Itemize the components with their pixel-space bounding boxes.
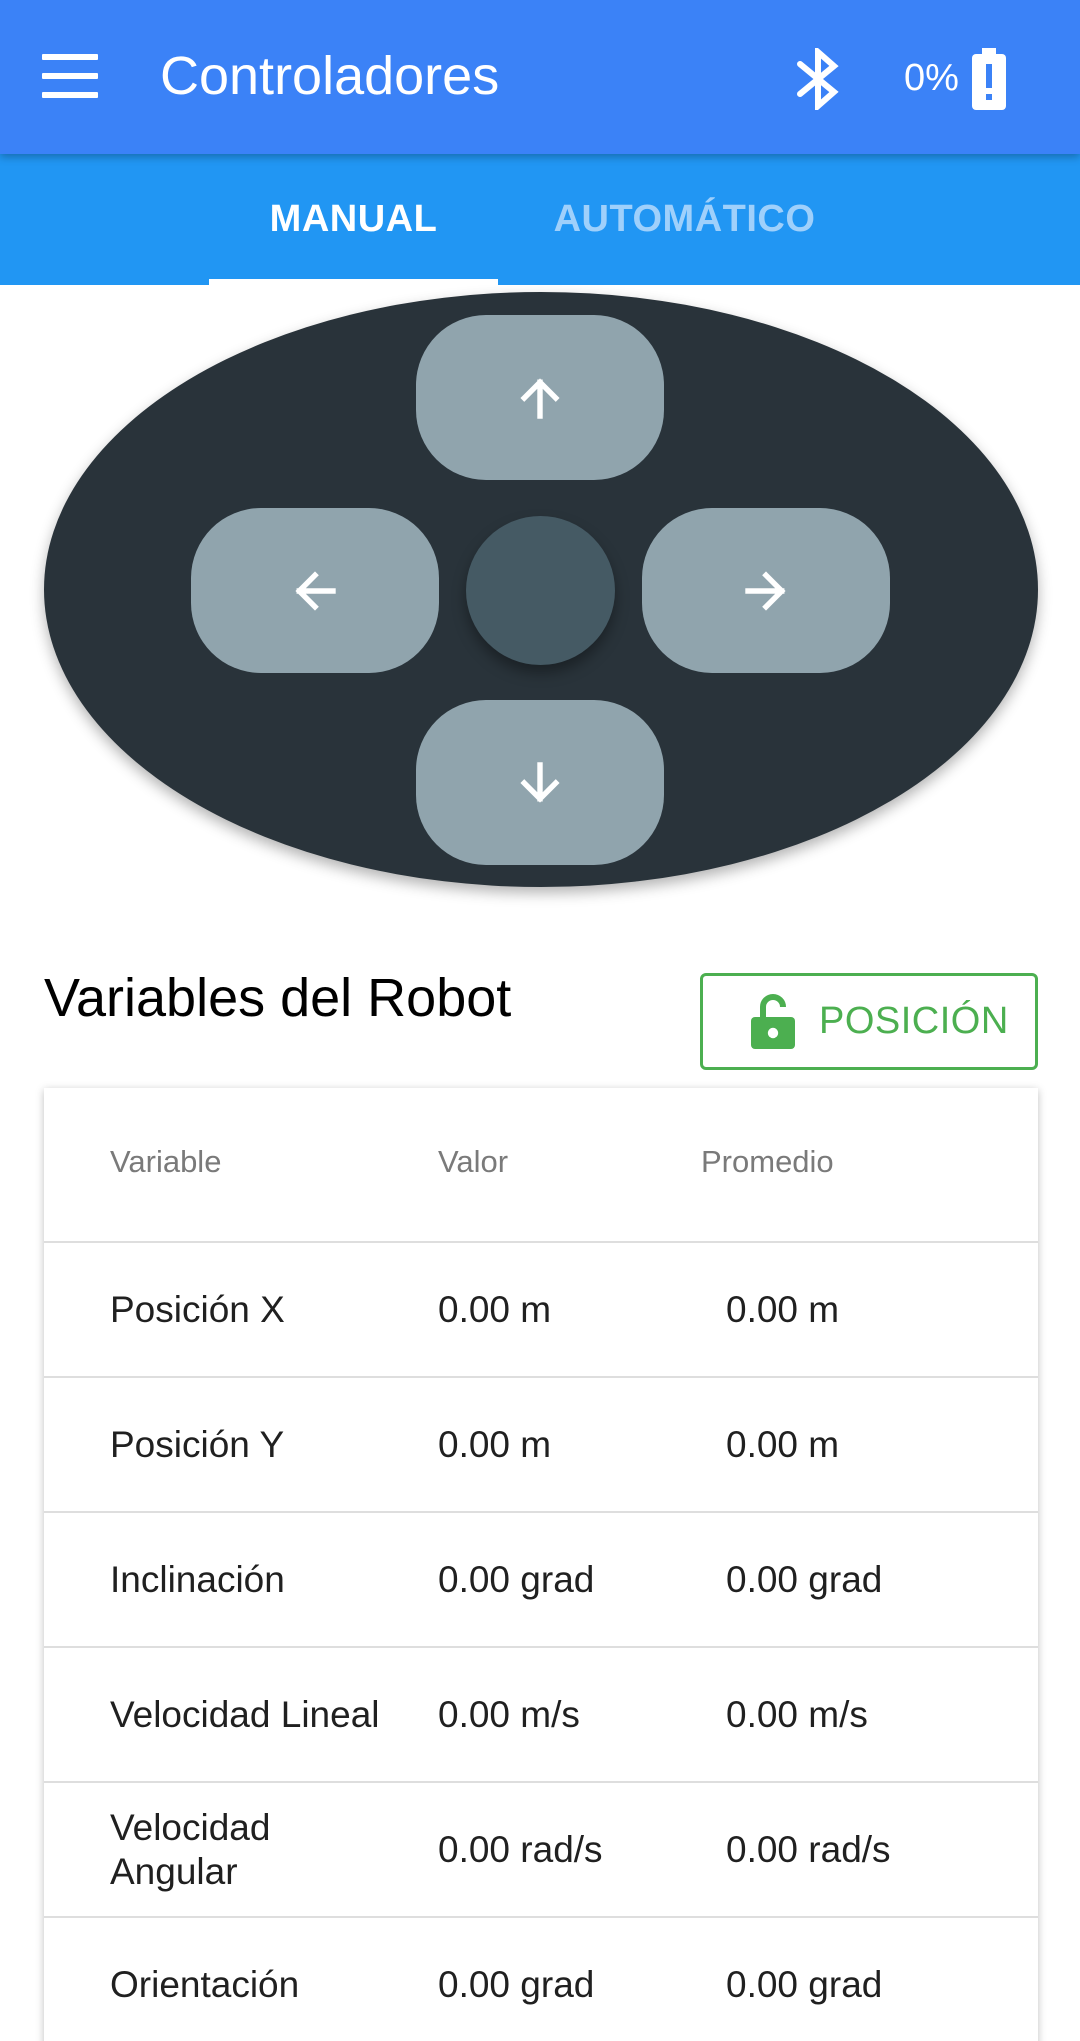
cell-promedio: 0.00 grad: [726, 1558, 883, 1600]
position-button-label: POSICIÓN: [819, 1000, 1009, 1042]
tab-automatico[interactable]: AUTOMÁTICO: [498, 154, 871, 285]
cell-variable: Posición Y: [110, 1423, 285, 1465]
arrow-right-icon: [745, 570, 786, 611]
lock-open-icon: [751, 993, 795, 1049]
cell-promedio: 0.00 m: [726, 1423, 840, 1465]
table-row: Posición Y 0.00 m 0.00 m: [44, 1378, 1038, 1513]
battery-percentage: 0%: [904, 57, 959, 99]
arrow-up-icon: [520, 377, 560, 419]
variables-table: Variable Valor Promedio Posición X 0.00 …: [44, 1088, 1038, 2041]
app-root: Controladores 0% MANUAL AUTOMÁTICO Varia…: [0, 0, 1080, 2041]
cell-promedio: 0.00 m: [726, 1288, 840, 1330]
cell-valor: 0.00 rad/s: [438, 1828, 603, 1870]
cell-valor: 0.00 grad: [438, 1558, 595, 1600]
app-title: Controladores: [160, 46, 500, 106]
move-left-button[interactable]: [191, 508, 439, 673]
cell-variable: Inclinación: [110, 1558, 285, 1600]
tab-manual[interactable]: MANUAL: [209, 154, 498, 285]
cell-promedio: 0.00 rad/s: [726, 1828, 891, 1870]
cell-valor: 0.00 m: [438, 1423, 552, 1465]
cell-variable: Velocidad Lineal: [110, 1693, 380, 1735]
header-valor: Valor: [438, 1144, 509, 1179]
center-stop-button[interactable]: [466, 516, 615, 665]
cell-valor: 0.00 grad: [438, 1963, 595, 2005]
tab-bar: MANUAL AUTOMÁTICO: [0, 154, 1080, 285]
battery-alert-icon: [972, 48, 1006, 110]
table-row: Velocidad Lineal 0.00 m/s 0.00 m/s: [44, 1648, 1038, 1783]
table-header: Variable Valor Promedio: [44, 1088, 1038, 1243]
header-variable: Variable: [110, 1144, 222, 1179]
move-right-button[interactable]: [642, 508, 890, 673]
position-lock-button[interactable]: POSICIÓN: [700, 973, 1038, 1070]
table-row: Posición X 0.00 m 0.00 m: [44, 1243, 1038, 1378]
arrow-down-icon: [520, 761, 560, 803]
cell-valor: 0.00 m: [438, 1288, 552, 1330]
move-up-button[interactable]: [416, 315, 664, 480]
cell-variable: Posición X: [110, 1288, 285, 1330]
move-down-button[interactable]: [416, 700, 664, 865]
tab-indicator: [209, 279, 498, 285]
table-row: Velocidad Angular 0.00 rad/s 0.00 rad/s: [44, 1783, 1038, 1918]
header-promedio: Promedio: [701, 1144, 834, 1179]
cell-variable: Orientación: [110, 1963, 300, 2005]
cell-valor: 0.00 m/s: [438, 1693, 580, 1735]
app-bar: Controladores 0%: [0, 0, 1080, 154]
arrow-left-icon: [295, 570, 336, 611]
menu-icon[interactable]: [30, 46, 110, 106]
cell-promedio: 0.00 grad: [726, 1963, 883, 2005]
cell-variable: Velocidad Angular: [110, 1806, 271, 1892]
section-title: Variables del Robot: [44, 968, 512, 1028]
cell-promedio: 0.00 m/s: [726, 1693, 868, 1735]
table-row: Inclinación 0.00 grad 0.00 grad: [44, 1513, 1038, 1648]
table-row: Orientación 0.00 grad 0.00 grad: [44, 1918, 1038, 2041]
bluetooth-icon[interactable]: [794, 48, 846, 110]
